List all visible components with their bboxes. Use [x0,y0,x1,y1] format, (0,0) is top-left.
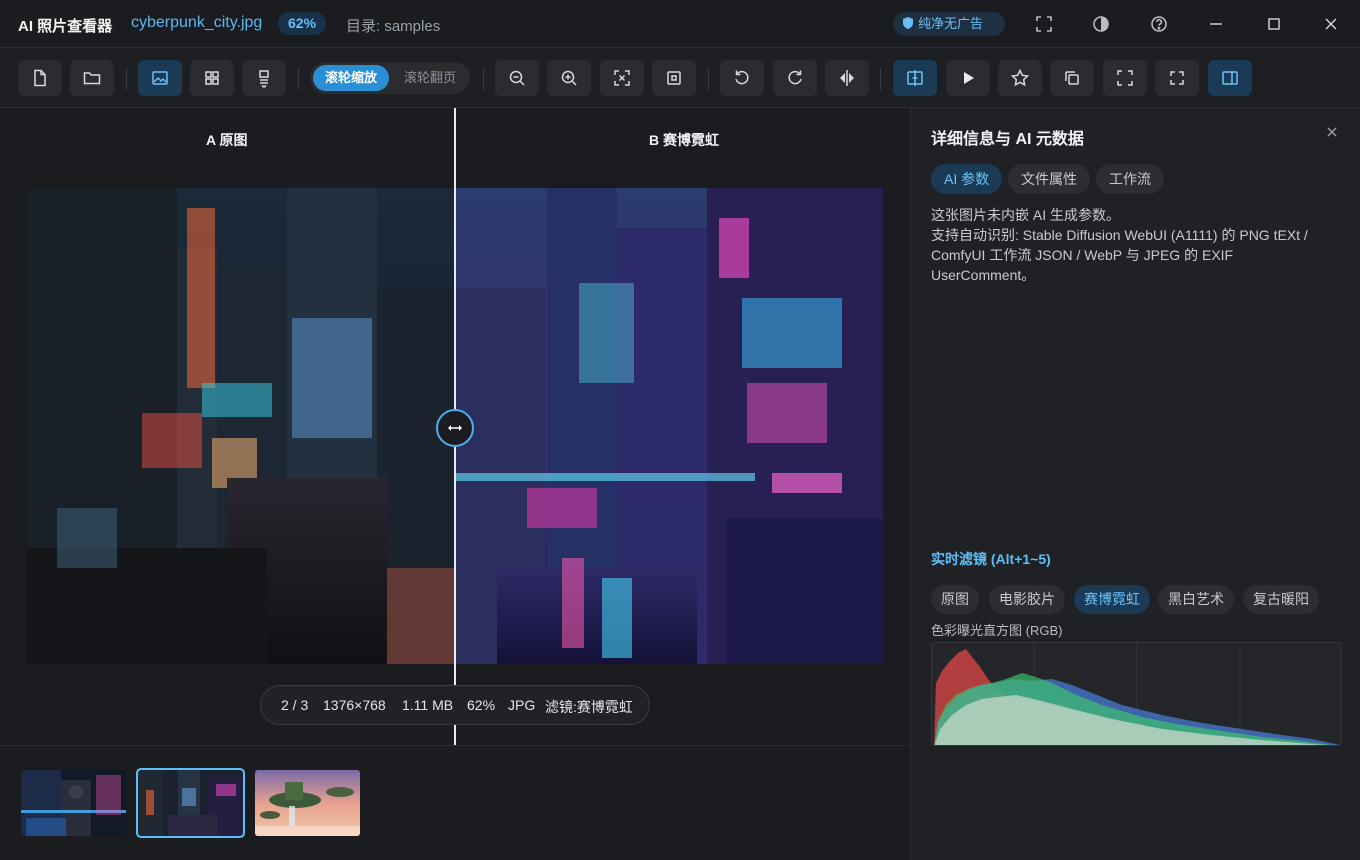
image-dimensions: 1376×768 [323,697,386,713]
fullscreen-icon [1170,71,1184,85]
folder-icon [83,72,101,85]
grid-view-button[interactable] [190,60,234,96]
image-filter: 滤镜:赛博霓虹 [545,699,633,715]
tab-ai-params[interactable]: AI 参数 [931,164,1003,194]
expand-button[interactable] [1103,60,1147,96]
histogram-chart [934,643,1340,745]
thumbnail-item[interactable] [21,770,126,836]
compare-label-a: A 原图 [206,132,248,148]
filter-chip-cyber-neon[interactable]: 赛博霓虹 [1074,585,1150,614]
rotate-right-button[interactable] [773,60,817,96]
wheel-zoom-option[interactable]: 滚轮缩放 [313,65,389,91]
grid-icon [205,71,219,85]
open-folder-button[interactable] [70,60,114,96]
flip-horizontal-button[interactable] [825,60,869,96]
single-view-button[interactable] [138,60,182,96]
actual-size-icon [667,71,681,85]
rgb-histogram [931,642,1342,746]
filter-chip-retro-warm[interactable]: 复古暖阳 [1243,585,1319,614]
open-file-button[interactable] [18,60,62,96]
favorite-button[interactable] [998,60,1042,96]
compare-drag-handle[interactable] [436,409,474,447]
rotate-left-icon [735,70,749,85]
compare-mode-button[interactable] [893,60,937,96]
tab-workflow[interactable]: 工作流 [1096,164,1164,194]
filmstrip-icon [259,70,269,88]
image-zoom: 62% [467,697,496,713]
slideshow-button[interactable] [946,60,990,96]
actual-size-button[interactable] [652,60,696,96]
adfree-label: 纯净无广告 [918,16,984,31]
zoom-in-button[interactable] [547,60,591,96]
filter-chip-bw-art[interactable]: 黑白艺术 [1158,585,1234,614]
help-icon[interactable] [1148,13,1170,35]
wheel-page-option[interactable]: 滚轮翻页 [394,65,466,91]
image-icon [152,71,168,85]
fullscreen-icon[interactable] [1033,13,1055,35]
rotate-left-button[interactable] [720,60,764,96]
zoom-out-icon [509,70,525,86]
metadata-note-line: 支持自动识别: Stable Diffusion WebUI (A1111) 的… [931,227,1308,283]
image-index: 2 / 3 [281,697,309,713]
tab-file-properties[interactable]: 文件属性 [1008,164,1090,194]
details-panel: 详细信息与 AI 元数据 AI 参数 文件属性 工作流 这张图片未内嵌 AI 生… [910,108,1360,860]
immersive-button[interactable] [1155,60,1199,96]
zoom-in-icon [561,70,577,86]
adfree-badge: 纯净无广告 [893,12,1005,36]
fit-icon [614,70,630,86]
thumbnail-item[interactable] [255,770,360,836]
wheel-mode-toggle: 滚轮缩放 滚轮翻页 [310,62,470,94]
rotate-right-icon [788,70,802,85]
close-icon[interactable] [1320,13,1342,35]
shield-icon [903,17,913,29]
directory-label: 目录: samples [346,18,441,35]
metadata-note: 这张图片未内嵌 AI 生成参数。 支持自动识别: Stable Diffusio… [931,205,1341,285]
histogram-label: 色彩曝光直方图 (RGB) [931,623,1063,638]
toggle-sidebar-button[interactable] [1208,60,1252,96]
file-name: cyberpunk_city.jpg [131,14,263,31]
sidebar-icon [1222,71,1238,85]
thumbnail-image [138,770,243,836]
play-icon [964,72,974,84]
thumbnail-item-selected[interactable] [136,768,245,838]
toolbar-separator [483,68,484,90]
star-icon [1010,68,1030,87]
resize-horizontal-icon [448,425,462,431]
image-format: JPG [508,697,536,713]
thumbnail-strip [0,745,910,860]
copy-button[interactable] [1050,60,1094,96]
app-title: AI 照片查看器 [18,18,113,35]
filter-chip-original[interactable]: 原图 [931,585,979,614]
image-viewer[interactable]: A 原图 B 赛博霓虹 2 / 3 1376×768 1.11 MB 62% J… [0,108,910,745]
zoom-out-button[interactable] [495,60,539,96]
fit-window-button[interactable] [600,60,644,96]
thumbnail-image [255,770,360,836]
file-icon [34,69,46,87]
close-icon[interactable] [1325,125,1339,139]
maximize-icon[interactable] [1263,13,1285,35]
zoom-badge: 62% [278,12,327,35]
toolbar-separator [126,68,127,90]
panel-title: 详细信息与 AI 元数据 [931,131,1084,148]
minimize-icon[interactable] [1205,13,1227,35]
metadata-note-line: 这张图片未内嵌 AI 生成参数。 [931,207,1121,223]
copy-icon [1065,71,1079,85]
filters-heading: 实时滤镜 (Alt+1~5) [931,551,1051,567]
toolbar-separator [298,68,299,90]
image-info-bar: 2 / 3 1376×768 1.11 MB 62% JPG 滤镜:赛博霓虹 [260,685,650,725]
thumbnail-image [21,770,126,836]
title-bar: AI 照片查看器 cyberpunk_city.jpg 62% 目录: samp… [0,0,1360,48]
filmstrip-button[interactable] [242,60,286,96]
toolbar: 滚轮缩放 滚轮翻页 [0,48,1360,108]
theme-contrast-icon[interactable] [1090,13,1112,35]
filter-chip-film[interactable]: 电影胶片 [989,585,1065,614]
compare-label-b: B 赛博霓虹 [649,132,719,148]
toolbar-separator [708,68,709,90]
expand-icon [1117,70,1133,86]
flip-icon [840,70,854,86]
toolbar-separator [880,68,881,90]
compare-icon [907,70,923,86]
image-size: 1.11 MB [402,697,454,713]
